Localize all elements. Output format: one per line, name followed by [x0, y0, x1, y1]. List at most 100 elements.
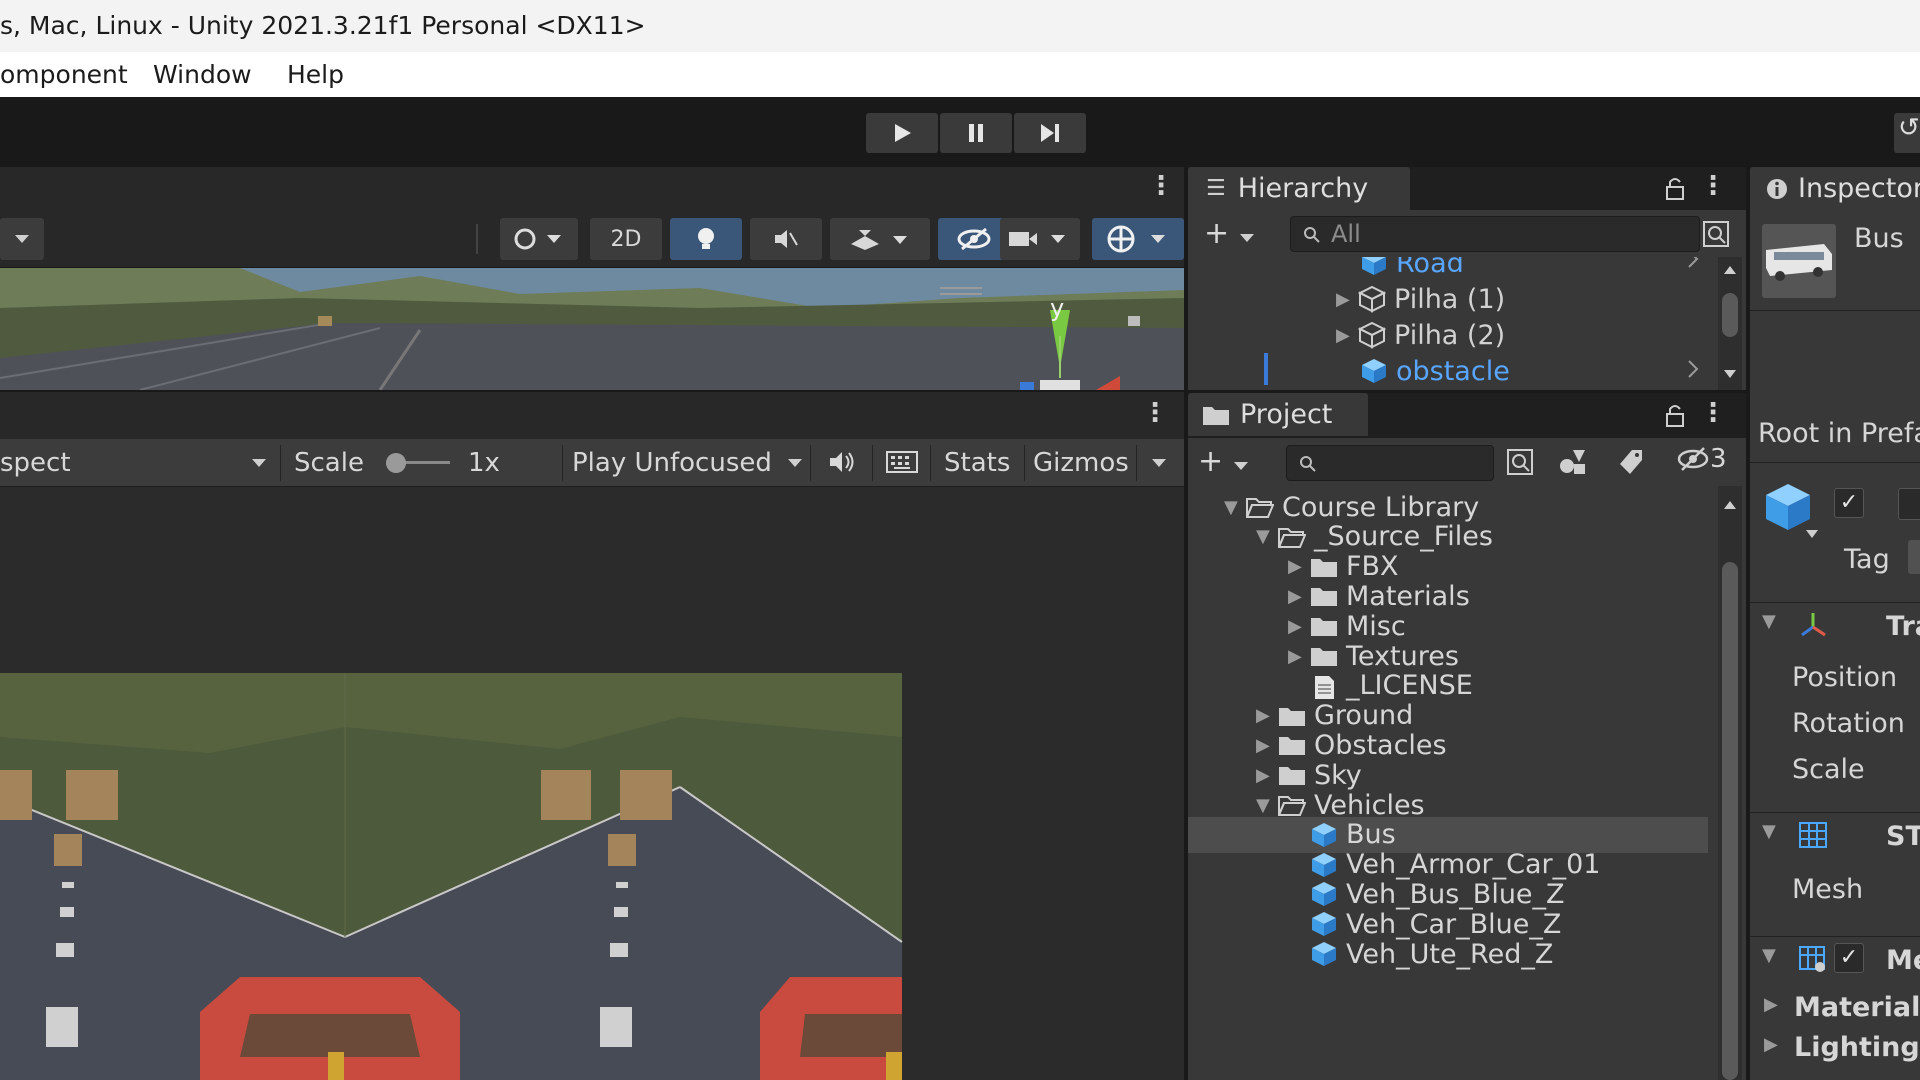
expand-arrow-icon[interactable]: ▶ — [1288, 556, 1310, 577]
hierarchy-item-pilha-1[interactable]: ▶ Pilha (1) — [1336, 281, 1505, 317]
hierarchy-scrollbar[interactable] — [1718, 257, 1742, 390]
scroll-up-icon[interactable] — [1723, 265, 1737, 275]
hierarchy-item-obstacle[interactable]: obstacle — [1360, 353, 1510, 389]
hierarchy-item-pilha-2[interactable]: ▶ Pilha (2) — [1336, 317, 1505, 353]
aspect-dropdown[interactable]: spect — [0, 448, 71, 478]
expand-arrow-icon[interactable]: ▶ — [1288, 616, 1310, 637]
lock-icon[interactable] — [1664, 175, 1686, 201]
scene-tool-dropdown[interactable] — [0, 218, 44, 260]
stats-button[interactable]: Stats — [944, 448, 1010, 478]
add-object-button[interactable]: + — [1204, 216, 1255, 251]
search-scope-icon[interactable] — [1506, 448, 1534, 476]
project-search-input[interactable] — [1286, 445, 1494, 481]
item-icon-wrapper — [1278, 764, 1314, 786]
play-icon — [895, 124, 911, 142]
materials-foldout[interactable]: ▶ Materials — [1750, 988, 1920, 1028]
label-tag-icon[interactable] — [1618, 448, 1644, 476]
menu-help[interactable]: Help — [287, 60, 344, 89]
keyboard-icon[interactable] — [886, 451, 918, 473]
pause-button[interactable] — [940, 113, 1012, 153]
hierarchy-item-road[interactable]: Road — [1360, 257, 1464, 281]
collapse-arrow-icon[interactable]: ▼ — [1256, 526, 1278, 547]
text-file-icon — [1315, 675, 1334, 699]
hierarchy-search-input[interactable]: All — [1290, 216, 1700, 252]
chevron-right-icon[interactable] — [1686, 359, 1700, 379]
chevron-down-icon — [1239, 234, 1254, 242]
play-mode-dropdown[interactable]: Play Unfocused — [572, 448, 772, 478]
game-view[interactable] — [0, 487, 1184, 1080]
lighting-foldout[interactable]: ▶ Lighting — [1750, 1028, 1920, 1068]
project-item-veh-ute-red-z[interactable]: Veh_Ute_Red_Z — [1188, 936, 1708, 972]
expand-arrow-icon[interactable]: ▶ — [1256, 705, 1278, 726]
effects-dropdown[interactable] — [830, 218, 930, 260]
filter-by-type-icon[interactable] — [1558, 448, 1588, 476]
scene-view[interactable]: y — [0, 268, 1184, 390]
step-icon — [1041, 124, 1059, 142]
project-scrollbar[interactable] — [1718, 486, 1742, 1080]
create-asset-button[interactable]: + — [1198, 444, 1249, 479]
step-button[interactable] — [1014, 113, 1086, 153]
item-icon-wrapper — [1310, 615, 1346, 637]
collapse-arrow-icon[interactable]: ▼ — [1762, 821, 1784, 842]
scene-more-icon[interactable]: ⋮ — [1148, 171, 1174, 201]
expand-arrow-icon[interactable]: ▶ — [1336, 289, 1358, 310]
camera-dropdown[interactable] — [1000, 218, 1080, 260]
collapse-arrow-icon[interactable]: ▼ — [1224, 497, 1246, 518]
shading-icon — [514, 228, 561, 250]
scroll-up-icon[interactable] — [1723, 500, 1737, 510]
search-icon — [1300, 456, 1316, 472]
project-scroll-thumb[interactable] — [1722, 562, 1738, 1080]
expand-arrow-icon[interactable]: ▶ — [1288, 646, 1310, 667]
audio-toggle[interactable] — [750, 218, 822, 260]
light-bulb-icon — [698, 228, 714, 249]
object-name-field[interactable] — [1898, 488, 1920, 520]
expand-arrow-icon[interactable]: ▶ — [1764, 1034, 1786, 1055]
scale-slider-handle[interactable] — [386, 453, 406, 473]
gizmos-dropdown[interactable] — [1092, 218, 1184, 260]
toggle-2d-button[interactable]: 2D — [590, 218, 662, 260]
scroll-down-icon[interactable] — [1723, 369, 1737, 379]
expand-arrow-icon[interactable]: ▶ — [1288, 586, 1310, 607]
hidden-packages-toggle[interactable]: 3 — [1676, 444, 1727, 474]
expand-arrow-icon[interactable]: ▶ — [1336, 325, 1358, 346]
chevron-right-icon[interactable] — [1686, 257, 1700, 269]
expand-arrow-icon[interactable]: ▶ — [1764, 994, 1786, 1015]
search-icon — [1304, 227, 1320, 243]
folder-icon — [1279, 737, 1305, 756]
collapse-arrow-icon[interactable]: ▼ — [1762, 945, 1784, 966]
tab-project[interactable]: Project — [1188, 393, 1368, 436]
mesh-grid-icon — [1799, 822, 1827, 848]
expand-arrow-icon[interactable]: ▶ — [1256, 735, 1278, 756]
mesh-renderer-component-header[interactable]: ▼ ✓ Me — [1750, 936, 1920, 982]
lighting-toggle[interactable] — [670, 218, 742, 260]
mesh-renderer-enabled-checkbox[interactable]: ✓ — [1834, 943, 1864, 973]
tag-label: Tag — [1844, 544, 1890, 575]
mesh-filter-component-header[interactable]: ▼ ST — [1750, 812, 1920, 858]
speaker-icon[interactable] — [828, 449, 858, 475]
collapse-arrow-icon[interactable]: ▼ — [1256, 795, 1278, 816]
menu-component[interactable]: omponent — [0, 60, 128, 89]
hierarchy-more-icon[interactable]: ⋮ — [1700, 171, 1726, 201]
tab-inspector[interactable]: Inspector — [1750, 167, 1920, 210]
expand-arrow-icon[interactable]: ▶ — [1256, 765, 1278, 786]
pause-icon — [969, 124, 983, 142]
gizmos-button[interactable]: Gizmos — [1033, 448, 1129, 478]
chevron-down-icon[interactable] — [1150, 457, 1168, 469]
tag-dropdown[interactable] — [1908, 540, 1920, 574]
active-checkbox[interactable]: ✓ — [1834, 488, 1864, 518]
collapse-arrow-icon[interactable]: ▼ — [1762, 611, 1784, 632]
menu-window[interactable]: Window — [153, 60, 252, 89]
search-scope-icon[interactable] — [1702, 220, 1730, 248]
separator — [562, 445, 563, 481]
prefab-cube-icon — [1312, 912, 1336, 937]
play-button[interactable] — [866, 113, 938, 153]
tab-hierarchy[interactable]: ☰ Hierarchy — [1188, 167, 1410, 210]
lock-icon[interactable] — [1664, 402, 1686, 428]
transform-component-header[interactable]: ▼ Tra — [1750, 602, 1920, 648]
draw-mode-button[interactable] — [500, 218, 578, 260]
effects-icon — [851, 230, 907, 250]
game-more-icon[interactable]: ⋮ — [1142, 398, 1168, 428]
undo-history-button[interactable]: ↺ — [1894, 113, 1920, 153]
hierarchy-scroll-thumb[interactable] — [1722, 293, 1738, 337]
project-more-icon[interactable]: ⋮ — [1700, 398, 1726, 428]
